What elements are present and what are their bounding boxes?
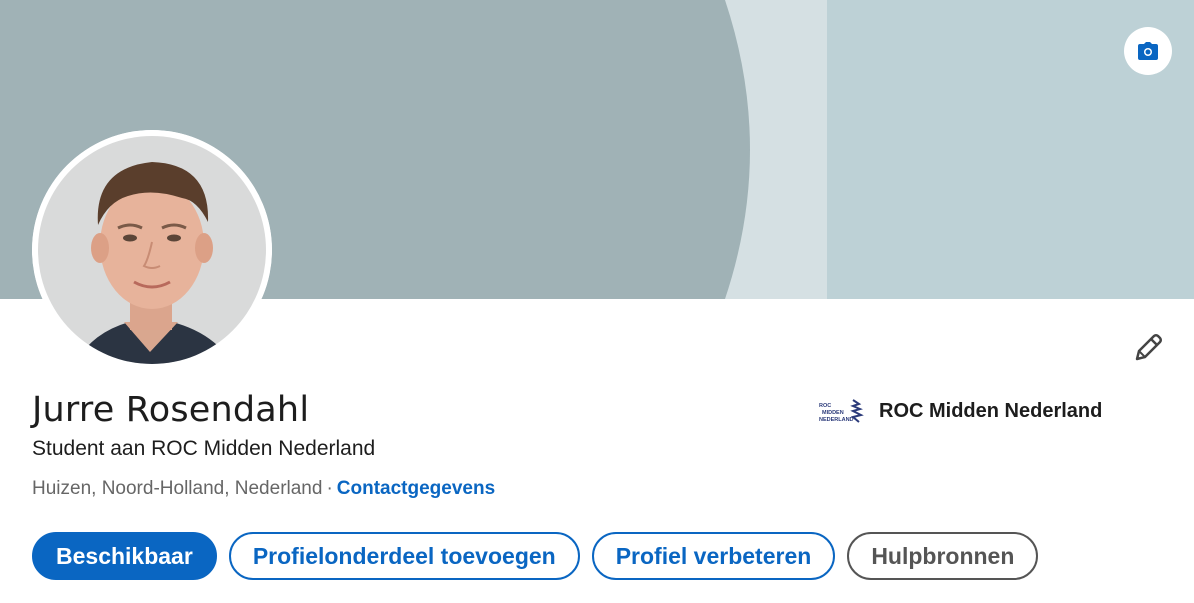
profile-headline: Student aan ROC Midden Nederland xyxy=(32,437,376,460)
separator-dot: · xyxy=(326,478,333,499)
profile-photo[interactable] xyxy=(32,130,272,370)
camera-icon xyxy=(1138,42,1158,60)
avatar-image xyxy=(32,130,272,370)
profile-actions: Beschikbaar Profielonderdeel toevoegen P… xyxy=(32,532,1039,580)
logo-line-3: NEDERLAND xyxy=(819,417,854,423)
enhance-profile-button[interactable]: Profiel verbeteren xyxy=(591,532,836,580)
edit-profile-button[interactable] xyxy=(1124,324,1172,372)
pencil-icon xyxy=(1135,334,1162,361)
profile-location: Huizen, Noord-Holland, Nederland xyxy=(32,478,323,499)
location-row: Huizen, Noord-Holland, Nederland · Contact… xyxy=(32,478,495,500)
contact-info-link[interactable]: Contactgegevens xyxy=(337,478,495,499)
logo-line-1: ROC xyxy=(819,403,831,409)
edit-banner-button[interactable] xyxy=(1124,27,1172,75)
open-to-button[interactable]: Beschikbaar xyxy=(32,532,217,580)
organization-link[interactable]: ROC MIDDEN NEDERLAND ROC Midden Nederlan… xyxy=(819,398,1102,424)
roc-logo: ROC MIDDEN NEDERLAND xyxy=(819,399,864,423)
add-profile-section-button[interactable]: Profielonderdeel toevoegen xyxy=(228,532,580,580)
logo-line-2: MIDDEN xyxy=(822,410,844,416)
profile-name: Jurre Rosendahl xyxy=(32,390,310,430)
resources-button[interactable]: Hulpbronnen xyxy=(847,532,1039,580)
organization-name: ROC Midden Nederland xyxy=(879,399,1103,422)
